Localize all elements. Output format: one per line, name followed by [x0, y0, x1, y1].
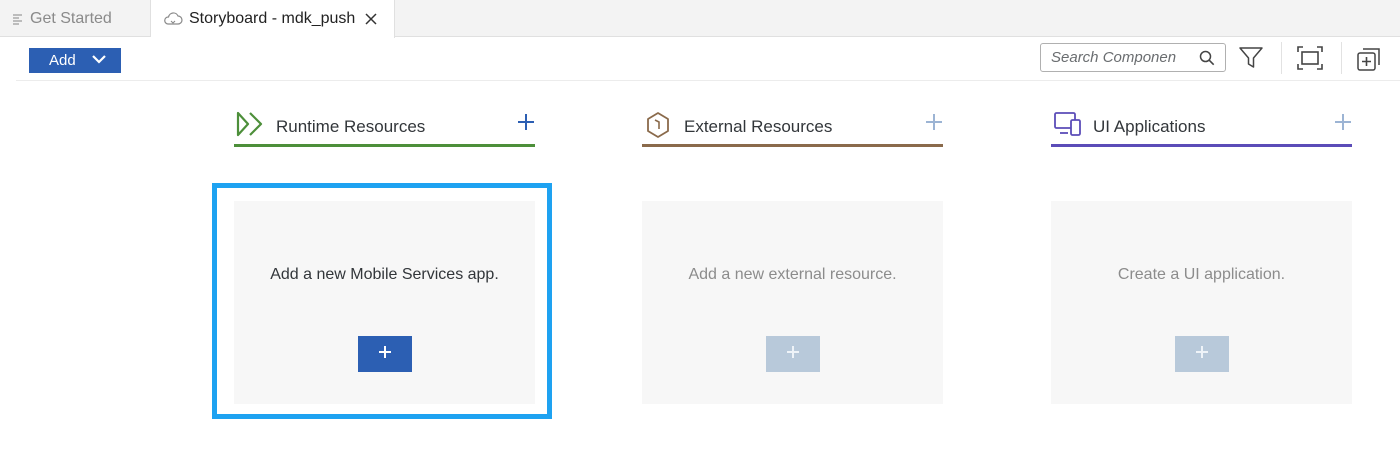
column-accent-line	[234, 144, 535, 147]
add-button[interactable]: Add	[29, 48, 121, 73]
external-resources-icon	[644, 111, 672, 144]
add-external-resource-button[interactable]	[766, 336, 820, 372]
plus-icon	[378, 345, 392, 364]
column-title: Runtime Resources	[276, 117, 426, 136]
plus-icon[interactable]	[1334, 113, 1352, 136]
card-external-resources: Add a new external resource.	[642, 201, 943, 404]
card-runtime-resources: Add a new Mobile Services app.	[234, 201, 535, 404]
search-icon[interactable]	[1199, 50, 1215, 71]
toolbar-divider	[1281, 42, 1282, 74]
toolbar: Add	[16, 38, 1400, 81]
chevron-down-icon	[91, 52, 107, 69]
plus-icon[interactable]	[517, 113, 535, 136]
filter-icon[interactable]	[1238, 45, 1264, 76]
close-icon[interactable]	[365, 13, 377, 25]
card-text: Add a new Mobile Services app.	[270, 266, 499, 283]
tab-label: Storyboard - mdk_push	[189, 10, 356, 27]
fit-to-screen-icon[interactable]	[1296, 45, 1324, 76]
plus-icon[interactable]	[925, 113, 943, 136]
create-ui-application-button[interactable]	[1175, 336, 1229, 372]
card-ui-applications: Create a UI application.	[1051, 201, 1352, 404]
column-header-external-resources: External Resources	[642, 109, 943, 147]
tab-storyboard[interactable]: Storyboard - mdk_push	[151, 0, 395, 38]
runtime-resources-icon	[236, 111, 266, 142]
tab-label: Get Started	[30, 9, 112, 27]
column-title: UI Applications	[1093, 117, 1206, 136]
search-box	[1040, 43, 1226, 72]
card-text: Add a new external resource.	[688, 266, 897, 283]
toolbar-divider	[1341, 42, 1342, 74]
tab-bar: Get Started Storyboard - mdk_push	[0, 0, 1400, 38]
card-text: Create a UI application.	[1117, 266, 1286, 283]
plus-icon	[1195, 345, 1209, 364]
plus-icon	[786, 345, 800, 364]
column-accent-line	[642, 144, 943, 147]
column-header-ui-applications: UI Applications	[1051, 109, 1352, 147]
ui-applications-icon	[1053, 111, 1083, 142]
search-input[interactable]	[1051, 44, 1201, 71]
column-accent-line	[1051, 144, 1352, 147]
lines-icon	[12, 13, 24, 25]
add-mobile-services-app-button[interactable]	[358, 336, 412, 372]
add-window-icon[interactable]	[1355, 45, 1383, 78]
cloud-icon	[163, 12, 183, 26]
column-header-runtime-resources: Runtime Resources	[234, 109, 535, 147]
add-button-label: Add	[49, 52, 76, 69]
column-title: External Resources	[684, 117, 833, 136]
tab-get-started[interactable]: Get Started	[0, 0, 151, 37]
